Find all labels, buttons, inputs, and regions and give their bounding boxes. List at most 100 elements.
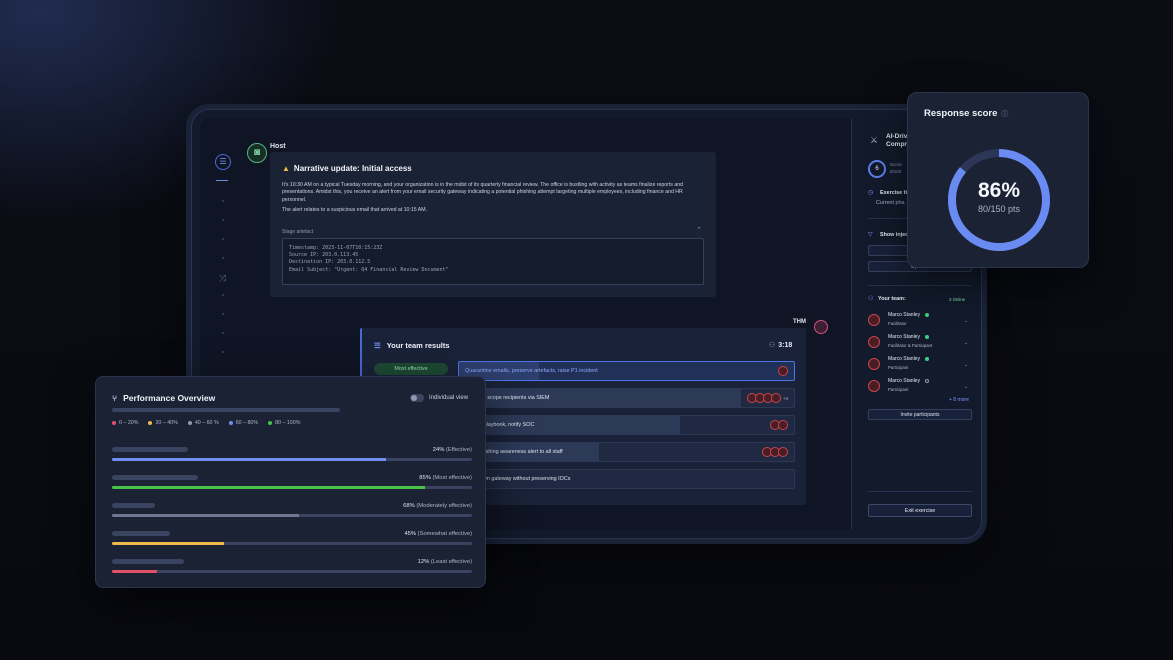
row-fill xyxy=(112,514,300,517)
narrative-paragraph: The alert relates to a suspicious email … xyxy=(282,207,428,214)
online-dot xyxy=(925,357,929,361)
result-option[interactable]: neral phishing awareness alert to all st… xyxy=(438,442,795,462)
chat-icon[interactable]: ☰ xyxy=(215,154,231,170)
member-name: Marco Stanley xyxy=(888,378,920,384)
shuffle-icon[interactable]: ⤨ xyxy=(219,273,226,284)
row-desc: (Effective) xyxy=(446,447,472,453)
performance-overview-card: ⑂ Performance Overview Individual view 0 … xyxy=(95,376,486,588)
row-fill xyxy=(112,570,157,573)
legend-label: 20 – 40% xyxy=(155,420,178,426)
row-value: 85% (Most effective) xyxy=(419,475,472,481)
team-member[interactable]: Marco Stanley Facilitator & Participant … xyxy=(868,334,972,354)
legend-swatch xyxy=(148,421,153,425)
row-fill xyxy=(112,542,224,545)
avatar xyxy=(868,358,880,370)
legend-label: 80 – 100% xyxy=(275,420,301,426)
legend-label: 0 – 20% xyxy=(119,420,139,426)
response-score-card: Response score ⓘ 86% 80/150 pts xyxy=(907,92,1089,268)
info-icon[interactable]: ⓘ xyxy=(1001,111,1008,118)
team-member[interactable]: Marco Stanley Participant ⌄ xyxy=(868,378,972,398)
legend-swatch xyxy=(187,421,192,425)
offline-dot xyxy=(925,379,929,383)
avatar xyxy=(770,393,781,403)
chevron-down-icon[interactable]: ⌄ xyxy=(964,340,968,346)
artifact-line: Email Subject: "Urgent: Q4 Financial Rev… xyxy=(289,266,449,273)
row-percent: 85% xyxy=(419,475,433,481)
chevron-down-icon[interactable]: ⌄ xyxy=(964,318,968,324)
results-title-text: Your team results xyxy=(386,341,450,350)
rail-dot[interactable] xyxy=(222,294,224,296)
row-label-placeholder xyxy=(112,503,156,508)
row-fill xyxy=(112,486,426,489)
rail-dot[interactable] xyxy=(222,351,224,353)
avatar xyxy=(778,366,788,376)
filter-icon: ▽ xyxy=(868,232,873,238)
member-role: Participant xyxy=(888,365,909,370)
divider xyxy=(868,285,972,286)
member-name: Marco Stanley xyxy=(888,356,920,362)
invite-participants-button[interactable]: Invite participants xyxy=(868,409,972,420)
narrative-card: ▲ Narrative update: Initial access It's 1… xyxy=(270,152,716,297)
toggle-label: Individual view xyxy=(429,395,469,401)
chevron-up-icon[interactable]: ⌃ xyxy=(696,226,702,234)
list-icon: ☰ xyxy=(374,341,381,350)
row-track xyxy=(112,514,472,517)
team-member[interactable]: Marco Stanley Participant ⌄ xyxy=(868,356,972,376)
row-percent: 45% xyxy=(404,531,418,537)
robot-icon: ◙ xyxy=(247,143,267,163)
rail-dot[interactable] xyxy=(222,238,224,240)
placeholder-bar xyxy=(112,408,340,412)
rail-dot[interactable] xyxy=(222,332,224,334)
rail-dot[interactable] xyxy=(222,313,224,315)
score-card-title: Response score ⓘ xyxy=(924,108,1008,119)
team-icon: ⚇ xyxy=(868,296,874,302)
legend-item: 40 – 60 % xyxy=(187,420,219,426)
artifact-line: Destination IP: 203.0.112.5 xyxy=(289,259,371,266)
avatar xyxy=(778,420,788,430)
score-sub-text: 6/150 xyxy=(890,168,902,174)
row-fill xyxy=(112,458,386,461)
row-value: 24% (Effective) xyxy=(433,447,472,453)
perf-row: 85% (Most effective) xyxy=(112,475,472,495)
result-option[interactable]: hishing playbook, notify SOC xyxy=(438,415,795,435)
rail-dot[interactable] xyxy=(222,200,224,202)
avatar xyxy=(868,314,880,326)
result-option[interactable]: Quarantine emails, preserve artefacts, r… xyxy=(458,361,795,381)
users-clock-icon: ⚇ xyxy=(769,342,776,349)
row-label-placeholder xyxy=(112,475,199,480)
score-points: 80/150 pts xyxy=(977,204,1021,214)
row-desc: (Somewhat effective) xyxy=(417,531,472,537)
rail-dot[interactable] xyxy=(222,257,224,259)
legend: 0 – 20% 20 – 40% 40 – 60 % 60 – 80% 80 – 100… xyxy=(112,420,300,426)
avatar xyxy=(868,380,880,392)
artifact-label: Stage artefact xyxy=(282,229,314,235)
perf-title-text: Performance Overview xyxy=(123,393,216,403)
legend-swatch xyxy=(112,421,116,425)
result-option[interactable]: ource IP, scope recipients via SIEM +4 xyxy=(438,388,795,408)
member-name: Marco Stanley xyxy=(888,334,920,340)
row-desc: (Least effective) xyxy=(430,559,472,565)
warning-icon: ▲ xyxy=(282,164,290,173)
row-track xyxy=(112,458,472,461)
rail-dot[interactable] xyxy=(222,219,224,221)
perf-row: 12% (Least effective) xyxy=(112,559,472,579)
online-dot xyxy=(925,335,929,339)
member-role: Participant xyxy=(888,387,909,392)
row-value: 68% (Moderately effective) xyxy=(403,503,472,509)
individual-view-toggle[interactable] xyxy=(410,394,424,402)
chevron-down-icon[interactable]: ⌄ xyxy=(964,384,968,390)
member-role: Facilitator xyxy=(888,321,907,326)
perf-row: 24% (Effective) xyxy=(112,447,472,467)
row-label-placeholder xyxy=(112,531,170,536)
legend-item: 0 – 20% xyxy=(112,420,138,426)
option-avatars xyxy=(770,420,788,430)
more-members-link[interactable]: + 8 more xyxy=(949,397,969,403)
timer-value: 3:18 xyxy=(778,342,793,349)
row-label-placeholder xyxy=(112,559,184,564)
result-option[interactable]: mails from gateway without preserving IO… xyxy=(438,469,795,489)
chevron-down-icon[interactable]: ⌄ xyxy=(964,362,968,368)
avatar xyxy=(814,320,828,334)
exit-exercise-button[interactable]: Exit exercise xyxy=(868,504,972,517)
narrative-paragraph: It's 10:30 AM on a typical Tuesday morni… xyxy=(282,182,684,203)
team-member[interactable]: Marco Stanley Facilitator ⌄ xyxy=(868,312,972,332)
